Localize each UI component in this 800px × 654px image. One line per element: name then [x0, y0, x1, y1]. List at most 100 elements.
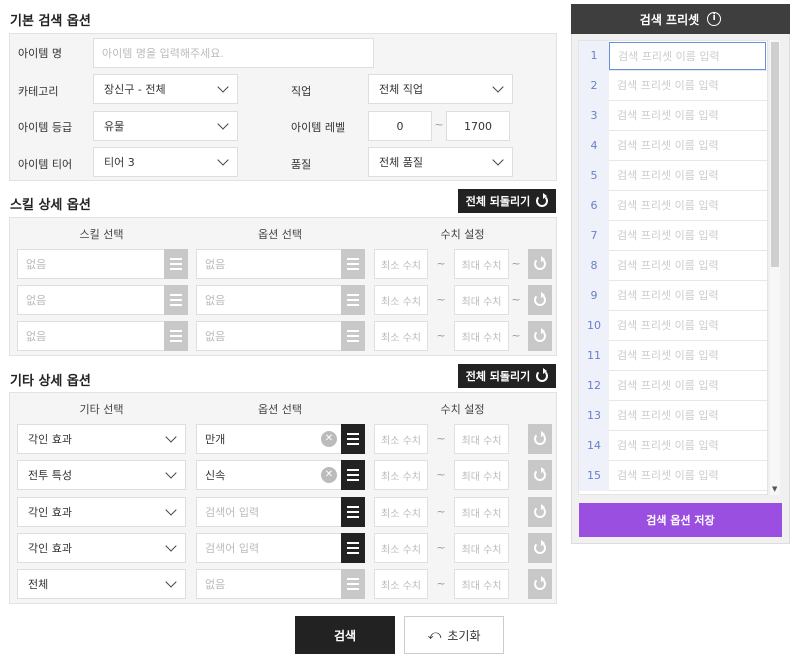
info-icon[interactable]: i	[707, 12, 722, 26]
skill-min-input[interactable]: 최소 수치	[374, 249, 428, 279]
menu-icon[interactable]	[341, 533, 365, 563]
category-select[interactable]: 장신구 - 전체	[93, 74, 238, 104]
preset-item: 2 검색 프리셋 이름 입력	[579, 70, 767, 101]
skill-reset-all-button[interactable]: 전체 되돌리기	[458, 189, 556, 213]
preset-name-input[interactable]: 검색 프리셋 이름 입력	[609, 72, 767, 100]
menu-icon[interactable]	[164, 285, 188, 315]
etc-select[interactable]: 전투 특성	[17, 460, 186, 490]
preset-name-input[interactable]: 검색 프리셋 이름 입력	[609, 192, 767, 220]
tier-select[interactable]: 티어 3	[93, 147, 238, 177]
etc-max-input[interactable]: 최대 수치	[454, 424, 509, 454]
etc-select[interactable]: 각인 효과	[17, 424, 186, 454]
etc-max-input[interactable]: 최대 수치	[454, 497, 509, 527]
range-separator: ~	[436, 541, 446, 554]
save-preset-button[interactable]: 검색 옵션 저장	[579, 503, 782, 537]
level-max-input[interactable]: 1700	[446, 111, 510, 141]
refresh-icon	[534, 576, 546, 590]
refresh-icon	[534, 540, 546, 554]
menu-icon[interactable]	[164, 249, 188, 279]
row-reset-button[interactable]	[528, 533, 552, 563]
menu-icon[interactable]	[341, 285, 365, 315]
row-reset-button[interactable]	[528, 321, 552, 351]
category-label: 카테고리	[18, 85, 59, 98]
preset-number: 5	[579, 160, 609, 191]
etc-option-input[interactable]: 검색어 입력	[196, 533, 342, 563]
preset-item: 1 검색 프리셋 이름 입력	[579, 41, 767, 71]
reset-button[interactable]: ⤺ 초기화	[404, 616, 504, 654]
preset-number: 9	[579, 280, 609, 311]
quality-select[interactable]: 전체 품질	[368, 147, 513, 177]
skill-option-select[interactable]: 없음	[196, 321, 342, 351]
skill-max-input[interactable]: 최대 수치	[454, 249, 509, 279]
etc-max-input[interactable]: 최대 수치	[454, 569, 509, 599]
preset-name-input[interactable]: 검색 프리셋 이름 입력	[609, 252, 767, 280]
row-reset-button[interactable]	[528, 249, 552, 279]
save-preset-label: 검색 옵션 저장	[646, 514, 715, 527]
preset-name-input[interactable]: 검색 프리셋 이름 입력	[609, 432, 767, 460]
etc-select[interactable]: 각인 효과	[17, 497, 186, 527]
range-separator: ~	[511, 293, 521, 306]
etc-min-input[interactable]: 최소 수치	[374, 533, 428, 563]
row-reset-button[interactable]	[528, 460, 552, 490]
preset-name-input[interactable]: 검색 프리셋 이름 입력	[609, 462, 767, 490]
skill-option-select[interactable]: 없음	[196, 285, 342, 315]
scrollbar-thumb[interactable]	[771, 42, 779, 267]
etc-section-title: 기타 상세 옵션	[10, 374, 91, 389]
etc-max-input[interactable]: 최대 수치	[454, 460, 509, 490]
etc-select[interactable]: 각인 효과	[17, 533, 186, 563]
menu-icon[interactable]	[341, 321, 365, 351]
preset-name-input[interactable]: 검색 프리셋 이름 입력	[609, 282, 767, 310]
etc-max-input[interactable]: 최대 수치	[454, 533, 509, 563]
preset-name-input[interactable]: 검색 프리셋 이름 입력	[609, 372, 767, 400]
preset-name-input[interactable]: 검색 프리셋 이름 입력	[609, 312, 767, 340]
preset-number: 1	[579, 41, 609, 71]
preset-name-input[interactable]: 검색 프리셋 이름 입력	[609, 41, 766, 70]
menu-icon[interactable]	[341, 249, 365, 279]
clear-icon[interactable]: ✕	[321, 431, 337, 447]
scroll-down-arrow-icon[interactable]: ▼	[772, 485, 777, 493]
preset-item: 13 검색 프리셋 이름 입력	[579, 400, 767, 431]
menu-icon[interactable]	[341, 497, 365, 527]
row-reset-button[interactable]	[528, 497, 552, 527]
etc-min-input[interactable]: 최소 수치	[374, 424, 428, 454]
row-reset-button[interactable]	[528, 569, 552, 599]
row-reset-button[interactable]	[528, 424, 552, 454]
job-select[interactable]: 전체 직업	[368, 74, 513, 104]
menu-icon[interactable]	[341, 569, 365, 599]
etc-option-input[interactable]: 검색어 입력	[196, 497, 342, 527]
preset-name-input[interactable]: 검색 프리셋 이름 입력	[609, 102, 767, 130]
row-reset-button[interactable]	[528, 285, 552, 315]
etc-select[interactable]: 전체	[17, 569, 186, 599]
skill-option-select[interactable]: 없음	[196, 249, 342, 279]
etc-reset-all-button[interactable]: 전체 되돌리기	[458, 364, 556, 388]
level-min-input[interactable]: 0	[368, 111, 432, 141]
skill-select[interactable]: 없음	[17, 249, 165, 279]
skill-min-input[interactable]: 최소 수치	[374, 285, 428, 315]
chevron-down-icon	[165, 575, 177, 588]
preset-name-input[interactable]: 검색 프리셋 이름 입력	[609, 222, 767, 250]
skill-max-input[interactable]: 최대 수치	[454, 285, 509, 315]
preset-name-input[interactable]: 검색 프리셋 이름 입력	[609, 162, 767, 190]
preset-name-input[interactable]: 검색 프리셋 이름 입력	[609, 402, 767, 430]
etc-min-input[interactable]: 최소 수치	[374, 497, 428, 527]
etc-option-input[interactable]: 없음	[196, 569, 342, 599]
grade-select[interactable]: 유물	[93, 111, 238, 141]
menu-icon[interactable]	[341, 460, 365, 490]
menu-icon[interactable]	[341, 424, 365, 454]
etc-min-input[interactable]: 최소 수치	[374, 460, 428, 490]
range-separator: ~	[436, 293, 446, 306]
refresh-icon	[534, 504, 546, 518]
preset-name-input[interactable]: 검색 프리셋 이름 입력	[609, 342, 767, 370]
item-name-input[interactable]: 아이템 명을 입력해주세요.	[93, 38, 374, 68]
preset-scrollbar[interactable]: ▼	[770, 40, 780, 495]
chevron-down-icon	[492, 80, 504, 93]
skill-select[interactable]: 없음	[17, 285, 165, 315]
skill-min-input[interactable]: 최소 수치	[374, 321, 428, 351]
clear-icon[interactable]: ✕	[321, 467, 337, 483]
menu-icon[interactable]	[164, 321, 188, 351]
skill-select[interactable]: 없음	[17, 321, 165, 351]
skill-max-input[interactable]: 최대 수치	[454, 321, 509, 351]
preset-name-input[interactable]: 검색 프리셋 이름 입력	[609, 132, 767, 160]
search-button[interactable]: 검색	[295, 616, 395, 654]
etc-min-input[interactable]: 최소 수치	[374, 569, 428, 599]
